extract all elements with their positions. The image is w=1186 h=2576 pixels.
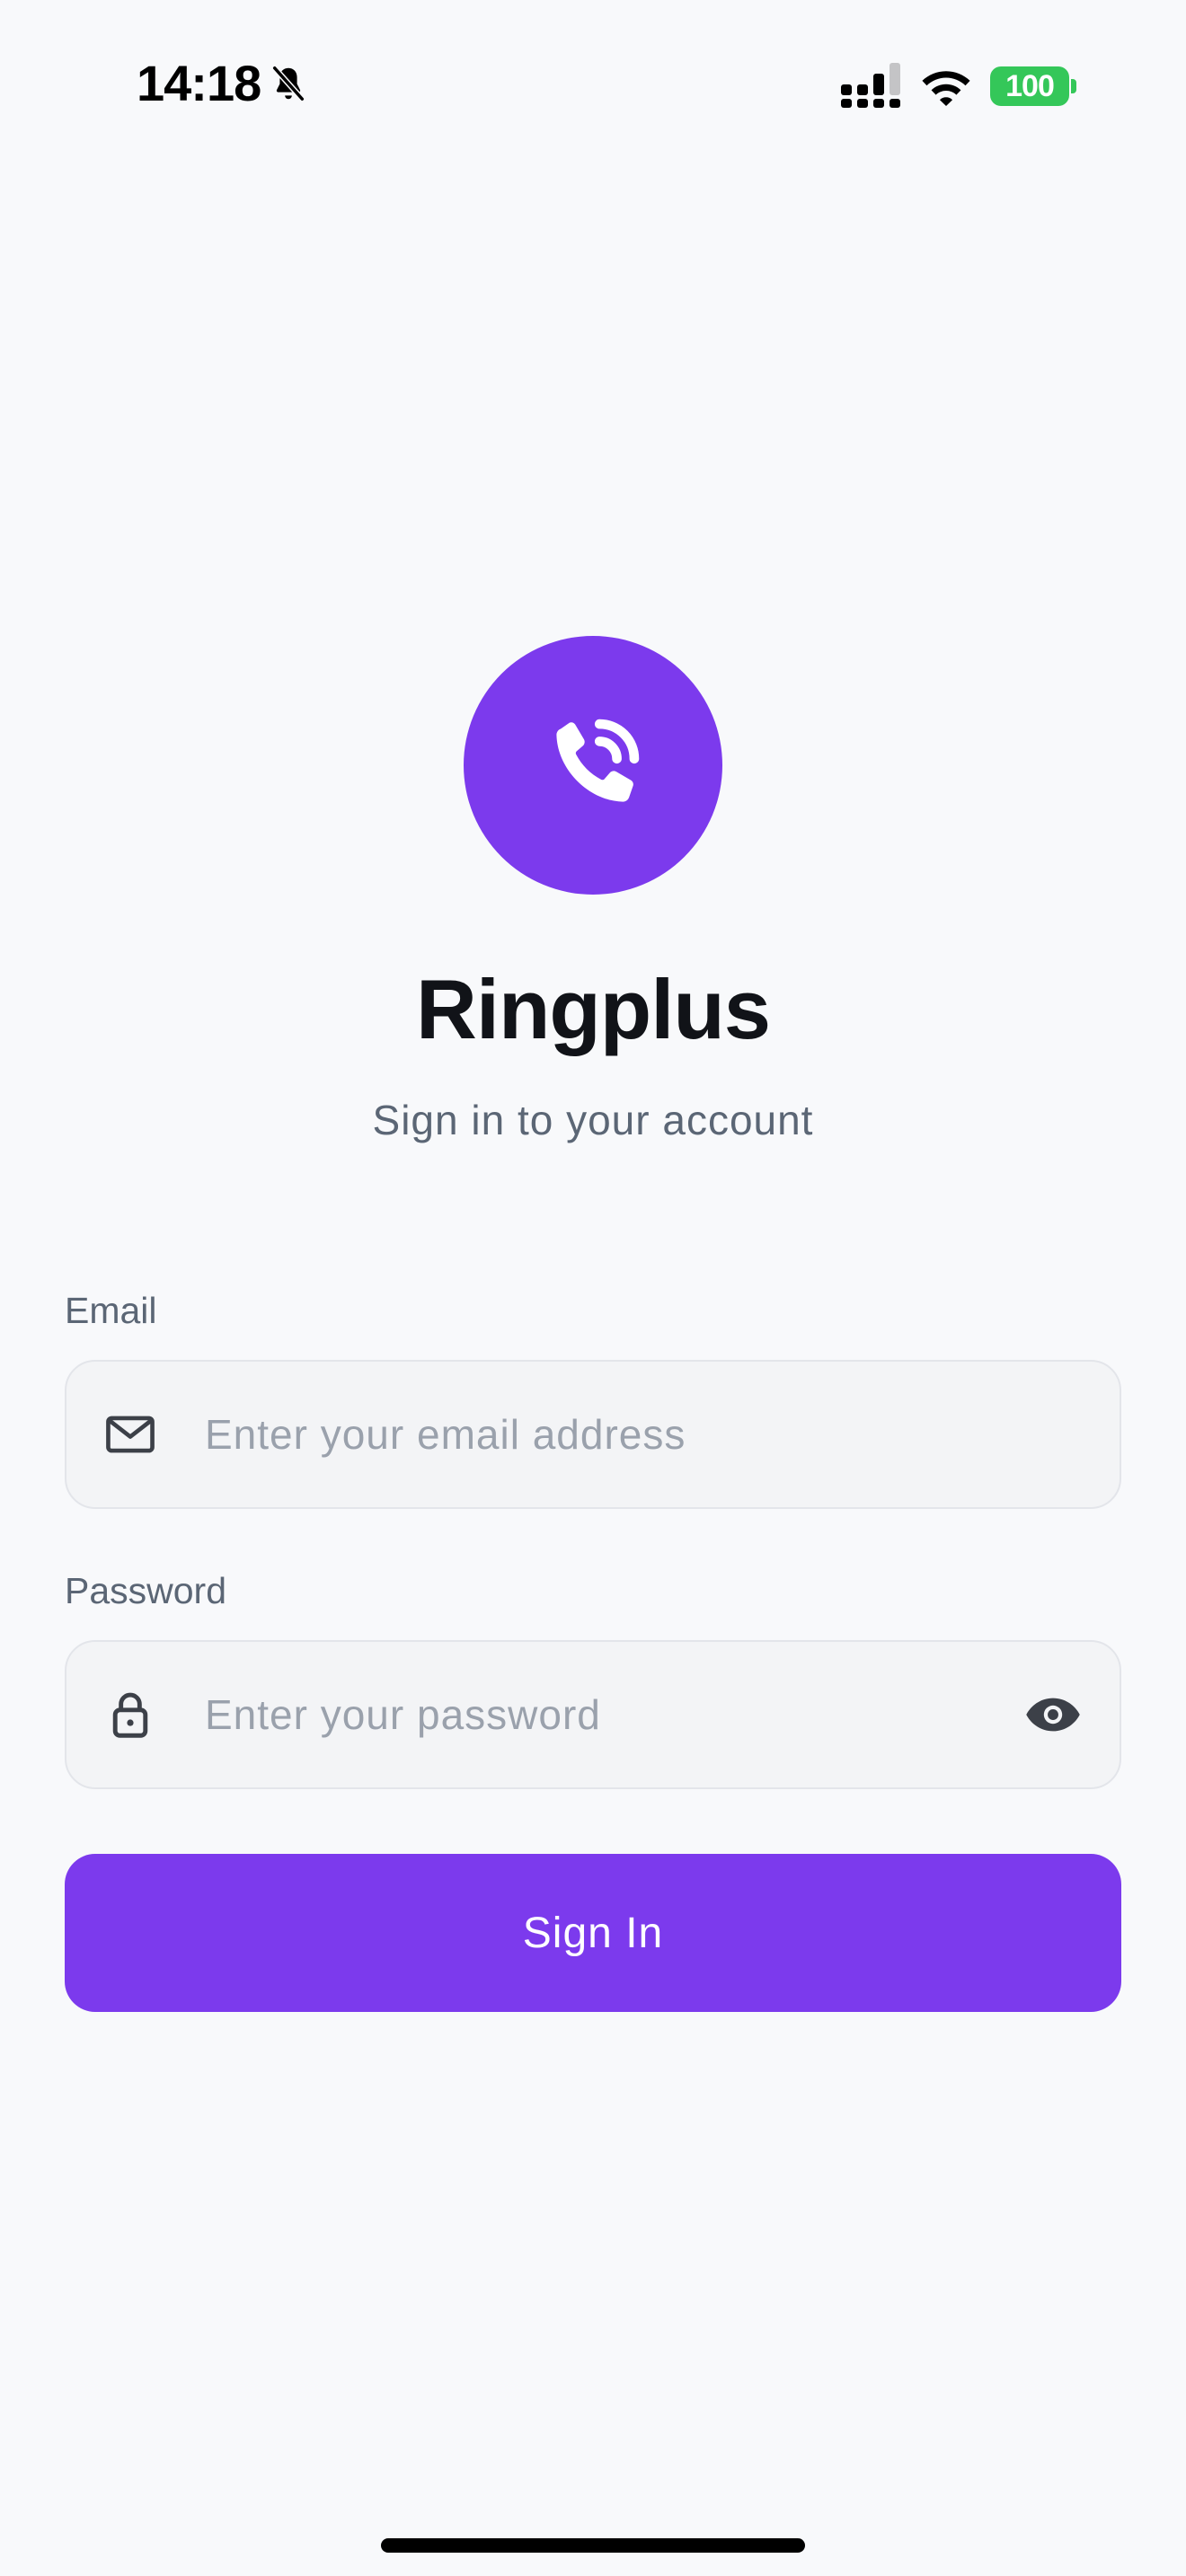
phone-call-icon [556, 719, 640, 802]
mail-icon [101, 1405, 160, 1464]
battery-level: 100 [1005, 69, 1055, 103]
battery-icon: 100 [990, 66, 1069, 106]
app-logo [464, 636, 722, 895]
status-time: 14:18 [137, 55, 261, 111]
sign-in-button[interactable]: Sign In [65, 1854, 1121, 2012]
bell-off-icon [272, 66, 305, 101]
wifi-icon [922, 71, 970, 106]
app-subtitle: Sign in to your account [372, 1097, 814, 1143]
home-indicator[interactable] [381, 2538, 805, 2553]
password-input[interactable] [205, 1642, 978, 1787]
eye-icon[interactable] [1019, 1681, 1087, 1749]
email-label: Email [65, 1290, 157, 1331]
email-input[interactable] [205, 1362, 978, 1507]
lock-icon [101, 1685, 160, 1744]
battery-cap [1071, 79, 1076, 93]
password-field[interactable] [65, 1640, 1121, 1789]
status-bar: 14:18 100 [0, 0, 1186, 171]
password-label: Password [65, 1570, 227, 1611]
email-field[interactable] [65, 1360, 1121, 1509]
app-title: Ringplus [415, 962, 771, 1056]
signal-icon [841, 63, 900, 108]
